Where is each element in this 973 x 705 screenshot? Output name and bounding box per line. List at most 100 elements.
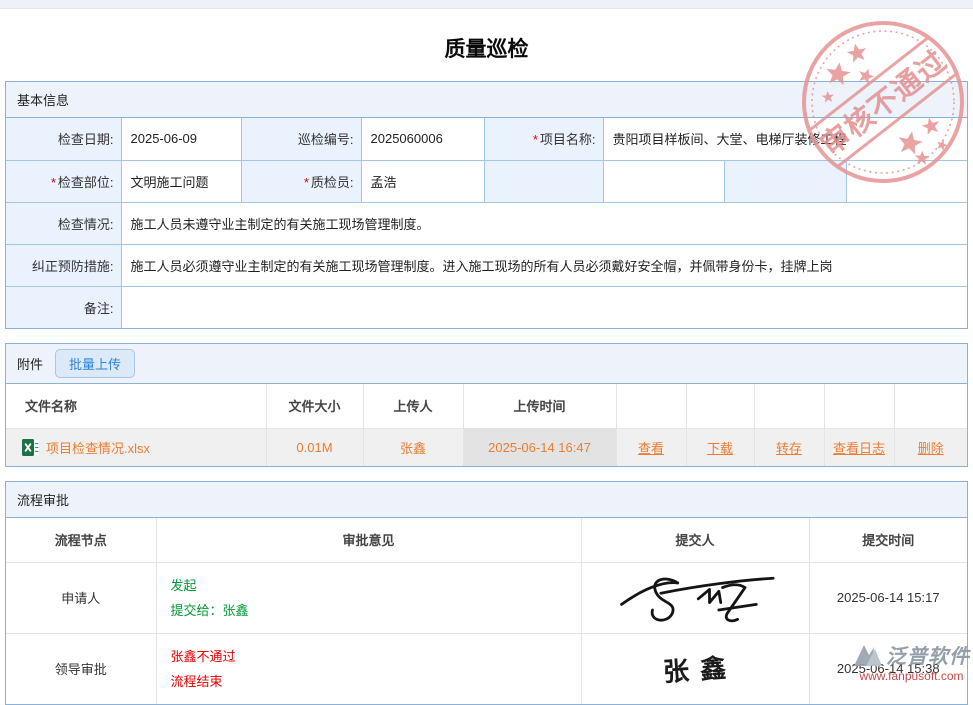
opinion-header: 审批意见 — [156, 518, 581, 562]
approval-section-title: 流程审批 — [6, 482, 967, 518]
empty-label-cell-1 — [484, 160, 603, 202]
approval-flow-section: 流程审批 流程节点 审批意见 提交人 提交时间 申请人 发起 提交给：张鑫 — [5, 481, 968, 705]
top-strip — [0, 0, 973, 9]
file-size-header: 文件大小 — [266, 384, 363, 428]
basic-info-row-1: 检查日期: 2025-06-09 巡检编号: 2025060006 *项目名称:… — [6, 118, 967, 160]
basic-info-section: 基本信息 检查日期: 2025-06-09 巡检编号: 2025060006 *… — [5, 81, 968, 329]
upload-time-header: 上传时间 — [463, 384, 616, 428]
uploader-header: 上传人 — [363, 384, 463, 428]
attachments-section-title: 附件 — [17, 354, 43, 373]
attachment-upload-time: 2025-06-14 16:47 — [463, 428, 616, 466]
check-date-label: 检查日期: — [6, 118, 121, 160]
attachment-action-download-cell: 下载 — [686, 428, 754, 466]
flow-node-applicant: 申请人 — [6, 562, 156, 633]
situation-value: 施工人员未遵守业主制定的有关施工现场管理制度。 — [121, 202, 967, 244]
attachments-table: 文件名称 文件大小 上传人 上传时间 — [6, 384, 967, 466]
action-header-2 — [686, 384, 754, 428]
basic-info-row-4: 纠正预防措施: 施工人员必须遵守业主制定的有关施工现场管理制度。进入施工现场的所… — [6, 244, 967, 286]
opinion-line-submitted-to: 提交给：张鑫 — [171, 598, 567, 623]
remark-value — [121, 286, 967, 328]
patrol-no-value: 2025060006 — [361, 118, 484, 160]
measures-value: 施工人员必须遵守业主制定的有关施工现场管理制度。进入施工现场的所有人员必须戴好安… — [121, 244, 967, 286]
measures-label-text: 纠正预防措施: — [32, 259, 114, 274]
leader-signature-image: 张鑫 — [651, 647, 738, 690]
delete-link[interactable]: 删除 — [918, 441, 944, 456]
attachment-action-log-cell: 查看日志 — [824, 428, 894, 466]
approval-row-leader: 领导审批 张鑫不通过 流程结束 张鑫 2025-06-14 15:38 — [6, 633, 967, 704]
approval-table: 流程节点 审批意见 提交人 提交时间 申请人 发起 提交给：张鑫 — [6, 518, 967, 704]
check-part-label: *检查部位: — [6, 160, 121, 202]
submitter-header: 提交人 — [581, 518, 809, 562]
patrol-no-label-text: 巡检编号: — [298, 132, 354, 147]
view-log-link[interactable]: 查看日志 — [833, 441, 885, 456]
attachment-action-delete-cell: 删除 — [894, 428, 967, 466]
vendor-name: 泛普软件 — [886, 640, 970, 669]
opinion-line-initiated: 发起 — [171, 573, 567, 598]
action-header-5 — [894, 384, 967, 428]
submit-time-applicant: 2025-06-14 15:17 — [809, 562, 967, 633]
remark-label-text: 备注: — [84, 301, 114, 316]
attachments-section: 附件 批量上传 文件名称 文件大小 上传人 上传时间 — [5, 343, 968, 467]
leader-signature-cell: 张鑫 — [581, 633, 809, 704]
patrol-no-label: 巡检编号: — [241, 118, 361, 160]
basic-info-row-2: *检查部位: 文明施工问题 *质检员: 孟浩 — [6, 160, 967, 202]
vendor-watermark: 泛普软件 www.fanpusoft.com — [853, 640, 970, 683]
attachments-header-bar: 附件 批量上传 — [6, 344, 967, 384]
applicant-signature-image — [605, 567, 785, 625]
submit-time-header: 提交时间 — [809, 518, 967, 562]
quality-inspection-page: 质量巡检 基本信息 检查日期: 2025-06-09 巡检编号: 2025060… — [0, 0, 973, 686]
project-name-label-text: 项目名称: — [540, 132, 596, 147]
project-name-label: *项目名称: — [484, 118, 603, 160]
check-part-value: 文明施工问题 — [121, 160, 241, 202]
approval-row-applicant: 申请人 发起 提交给：张鑫 2025-06-14 15:17 — [6, 562, 967, 633]
attachment-action-transfer-cell: 转存 — [754, 428, 824, 466]
required-marker: * — [304, 175, 309, 190]
action-header-4 — [824, 384, 894, 428]
approval-header-row: 流程节点 审批意见 提交人 提交时间 — [6, 518, 967, 562]
inspector-label-text: 质检员: — [311, 175, 354, 190]
situation-label: 检查情况: — [6, 202, 121, 244]
measures-label: 纠正预防措施: — [6, 244, 121, 286]
attachments-header-row: 文件名称 文件大小 上传人 上传时间 — [6, 384, 967, 428]
basic-info-row-5: 备注: — [6, 286, 967, 328]
action-header-3 — [754, 384, 824, 428]
inspector-value: 孟浩 — [361, 160, 484, 202]
opinion-applicant: 发起 提交给：张鑫 — [156, 562, 581, 633]
remark-label: 备注: — [6, 286, 121, 328]
action-header-1 — [616, 384, 686, 428]
project-name-value: 贵阳项目样板间、大堂、电梯厅装修工程 — [603, 118, 967, 160]
check-date-value: 2025-06-09 — [121, 118, 241, 160]
download-link[interactable]: 下载 — [707, 441, 733, 456]
attachment-file-size: 0.01M — [266, 428, 363, 466]
batch-upload-button[interactable]: 批量上传 — [55, 349, 135, 378]
check-date-label-text: 检查日期: — [58, 132, 114, 147]
applicant-signature-cell — [581, 562, 809, 633]
attachment-action-view-cell: 查看 — [616, 428, 686, 466]
opinion-line-flow-ended: 流程结束 — [171, 669, 567, 694]
view-link[interactable]: 查看 — [638, 441, 664, 456]
attachment-row: 项目检查情况.xlsx 0.01M 张鑫 2025-06-14 16:47 查看… — [6, 428, 967, 466]
opinion-leader: 张鑫不通过 流程结束 — [156, 633, 581, 704]
basic-info-row-3: 检查情况: 施工人员未遵守业主制定的有关施工现场管理制度。 — [6, 202, 967, 244]
empty-value-cell-2 — [846, 160, 967, 202]
vendor-url: www.fanpusoft.com — [853, 669, 970, 683]
attachment-file-cell: 项目检查情况.xlsx — [6, 428, 266, 466]
fanpu-logo-icon — [853, 643, 883, 667]
required-marker: * — [51, 175, 56, 190]
situation-label-text: 检查情况: — [58, 217, 114, 232]
opinion-line-rejected: 张鑫不通过 — [171, 644, 567, 669]
empty-label-cell-2 — [724, 160, 846, 202]
attachment-file-link[interactable]: 项目检查情况.xlsx — [46, 441, 150, 456]
basic-info-table: 检查日期: 2025-06-09 巡检编号: 2025060006 *项目名称:… — [6, 118, 967, 328]
xlsx-icon — [22, 439, 39, 456]
file-name-header: 文件名称 — [6, 384, 266, 428]
check-part-label-text: 检查部位: — [58, 175, 114, 190]
transfer-save-link[interactable]: 转存 — [776, 441, 802, 456]
page-title: 质量巡检 — [0, 33, 973, 63]
empty-value-cell-1 — [603, 160, 724, 202]
basic-info-section-title: 基本信息 — [6, 82, 967, 118]
attachment-uploader: 张鑫 — [363, 428, 463, 466]
required-marker: * — [533, 132, 538, 147]
flow-node-leader: 领导审批 — [6, 633, 156, 704]
inspector-label: *质检员: — [241, 160, 361, 202]
